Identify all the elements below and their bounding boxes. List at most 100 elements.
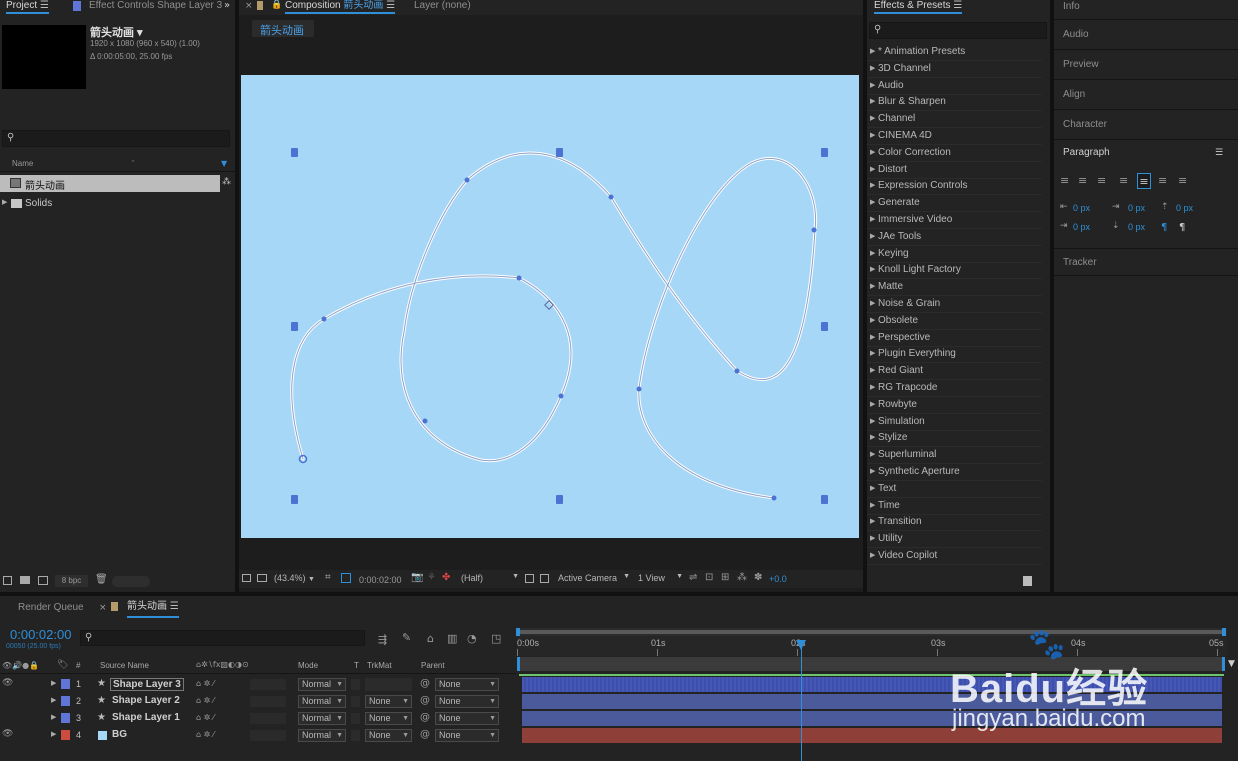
indent-left-value[interactable]: 0 px — [1073, 203, 1090, 213]
navigator-start-handle[interactable] — [516, 628, 520, 636]
timeline-end-marker-icon[interactable]: ▼ — [1228, 660, 1235, 669]
effect-category[interactable]: ▶ * Animation Presets — [867, 44, 1042, 61]
transform-handle[interactable] — [556, 495, 563, 504]
panel-preview[interactable]: Preview — [1054, 50, 1238, 80]
work-area-end-handle[interactable] — [1222, 657, 1225, 671]
effect-category[interactable]: ▶ Simulation — [867, 414, 1042, 431]
project-search-input[interactable]: ⚲ — [2, 130, 230, 147]
reset-exposure-icon[interactable]: ✽ — [754, 573, 762, 583]
view-layout-dropdown[interactable]: 1 View ▼ — [638, 573, 683, 583]
effect-category[interactable]: ▶ Color Correction — [867, 145, 1042, 162]
transform-handle[interactable] — [821, 148, 828, 157]
draft-3d-icon[interactable]: ✎ — [402, 632, 411, 643]
expand-triangle-icon[interactable]: ▶ — [870, 232, 875, 240]
transform-handle[interactable] — [291, 495, 298, 504]
expand-triangle-icon[interactable]: ▶ — [870, 350, 875, 357]
expand-triangle-icon[interactable]: ▶ — [870, 417, 875, 425]
tab-layer[interactable]: Layer (none) — [414, 0, 471, 14]
transform-handle[interactable] — [556, 148, 563, 157]
comp-name[interactable]: 箭头动画 ▾ — [90, 24, 143, 40]
close-tab-icon[interactable]: × — [99, 604, 107, 613]
space-after-value[interactable]: 0 px — [1128, 222, 1145, 232]
column-menu-icon[interactable]: ▼ — [221, 160, 227, 168]
space-before-value[interactable]: 0 px — [1176, 203, 1193, 213]
indent-first-line-value[interactable]: 0 px — [1128, 203, 1145, 213]
fast-preview-icon[interactable]: ⊡ — [705, 573, 713, 583]
work-area-navigator-bar[interactable] — [519, 630, 1225, 634]
rtl-direction-icon[interactable]: ¶ — [1179, 223, 1185, 233]
comp-mini-flowchart-icon[interactable]: ⇶ — [378, 634, 387, 645]
effect-category[interactable]: ▶ Transition — [867, 514, 1042, 532]
effect-category[interactable]: ▶ Keying — [867, 246, 1042, 263]
expand-triangle-icon[interactable]: ▶ — [870, 98, 875, 105]
project-item-solids[interactable]: ▶ Solids — [0, 195, 220, 212]
effect-category[interactable]: ▶ Plugin Everything — [867, 346, 1042, 364]
snapshot-icon[interactable]: 📷 — [411, 573, 423, 583]
expand-triangle-icon[interactable]: ▶ — [870, 518, 875, 525]
monitor-icon[interactable] — [257, 574, 267, 582]
expand-triangle-icon[interactable]: ▶ — [870, 367, 875, 374]
tab-timeline-comp[interactable]: 箭头动画 ☰ — [127, 600, 179, 618]
composition-canvas[interactable] — [241, 75, 859, 538]
column-source-name[interactable]: Source Name — [100, 661, 149, 670]
channel-icon[interactable]: ✤ — [442, 573, 450, 583]
expand-triangle-icon[interactable]: ▶ — [870, 216, 875, 223]
region-of-interest-icon[interactable] — [525, 574, 534, 583]
bpc-button[interactable]: 8 bpc — [55, 575, 88, 587]
work-area-start-handle[interactable] — [517, 657, 520, 671]
effect-category[interactable]: ▶ Expression Controls — [867, 178, 1042, 196]
expand-triangle-icon[interactable]: ▶ — [870, 400, 875, 408]
panel-character[interactable]: Character — [1054, 110, 1238, 140]
expand-triangle-icon[interactable]: ▶ — [870, 552, 875, 559]
ltr-direction-icon[interactable]: ¶ — [1161, 223, 1167, 233]
effect-category[interactable]: ▶ Superluminal — [867, 447, 1042, 465]
shape-paths[interactable] — [241, 75, 859, 538]
expand-triangle-icon[interactable]: ▶ — [870, 115, 875, 122]
expand-triangle-icon[interactable]: ▶ — [870, 451, 875, 458]
project-item-comp[interactable]: 箭头动画 — [0, 175, 220, 192]
effect-category[interactable]: ▶ 3D Channel — [867, 61, 1042, 78]
frame-blending-icon[interactable]: ▥ — [447, 633, 457, 644]
exposure-value[interactable]: +0.0 — [769, 574, 787, 584]
transform-handle[interactable] — [291, 148, 298, 157]
justify-last-left-icon[interactable]: ≡ — [1119, 175, 1128, 186]
resolution-dropdown[interactable]: (Half) ▼ — [461, 573, 519, 583]
effect-category[interactable]: ▶ Video Copilot — [867, 548, 1042, 565]
expand-triangle-icon[interactable]: ▶ — [870, 199, 875, 206]
always-preview-icon[interactable] — [242, 574, 251, 582]
expand-triangle-icon[interactable]: ▶ — [870, 333, 875, 341]
expand-triangle-icon[interactable]: ▶ — [870, 384, 875, 391]
effect-category[interactable]: ▶ Rowbyte — [867, 397, 1042, 414]
transparency-grid-icon[interactable] — [540, 574, 549, 583]
toggle-pixel-icon[interactable]: ⇌ — [689, 573, 697, 583]
tab-project[interactable]: Project ☰ — [6, 0, 49, 14]
effect-category[interactable]: ▶ RG Trapcode — [867, 380, 1042, 397]
align-right-icon[interactable]: ≡ — [1097, 175, 1106, 186]
navigator-end-handle[interactable] — [1222, 628, 1226, 636]
effect-category[interactable]: ▶ Stylize — [867, 430, 1042, 448]
effect-category[interactable]: ▶ JAe Tools — [867, 229, 1042, 246]
effects-search-input[interactable]: ⚲ — [869, 22, 1047, 39]
indent-right-value[interactable]: 0 px — [1073, 222, 1090, 232]
effect-category[interactable]: ▶ Text — [867, 481, 1042, 498]
expand-triangle-icon[interactable]: ▶ — [870, 64, 875, 72]
column-t[interactable]: T — [354, 661, 359, 670]
expand-triangle-icon[interactable]: ▶ — [2, 199, 7, 206]
expand-triangle-icon[interactable]: ▶ — [870, 434, 875, 441]
expand-triangle-icon[interactable]: ▶ — [870, 316, 875, 324]
new-folder-icon[interactable] — [20, 576, 30, 584]
panel-overflow-icon[interactable]: » — [221, 0, 233, 12]
expand-triangle-icon[interactable]: ▶ — [870, 249, 875, 257]
transform-handle[interactable] — [821, 322, 828, 331]
expand-triangle-icon[interactable]: ▶ — [870, 468, 875, 475]
timeline-timecode[interactable]: 0:00:02:00 — [10, 627, 71, 642]
lock-icon[interactable] — [257, 1, 263, 10]
justify-last-center-icon[interactable]: ≡ — [1137, 173, 1151, 189]
camera-dropdown[interactable]: Active Camera ▼ — [558, 573, 630, 583]
panel-menu-icon[interactable]: ☰ — [1215, 149, 1223, 158]
panel-info[interactable]: Info — [1054, 0, 1238, 20]
tab-effect-controls[interactable]: Effect Controls Shape Layer 3 — [89, 0, 222, 14]
flowchart-icon[interactable]: ⁂ — [222, 178, 231, 187]
effect-category[interactable]: ▶ Distort — [867, 162, 1042, 179]
justify-all-icon[interactable]: ≡ — [1178, 175, 1187, 186]
